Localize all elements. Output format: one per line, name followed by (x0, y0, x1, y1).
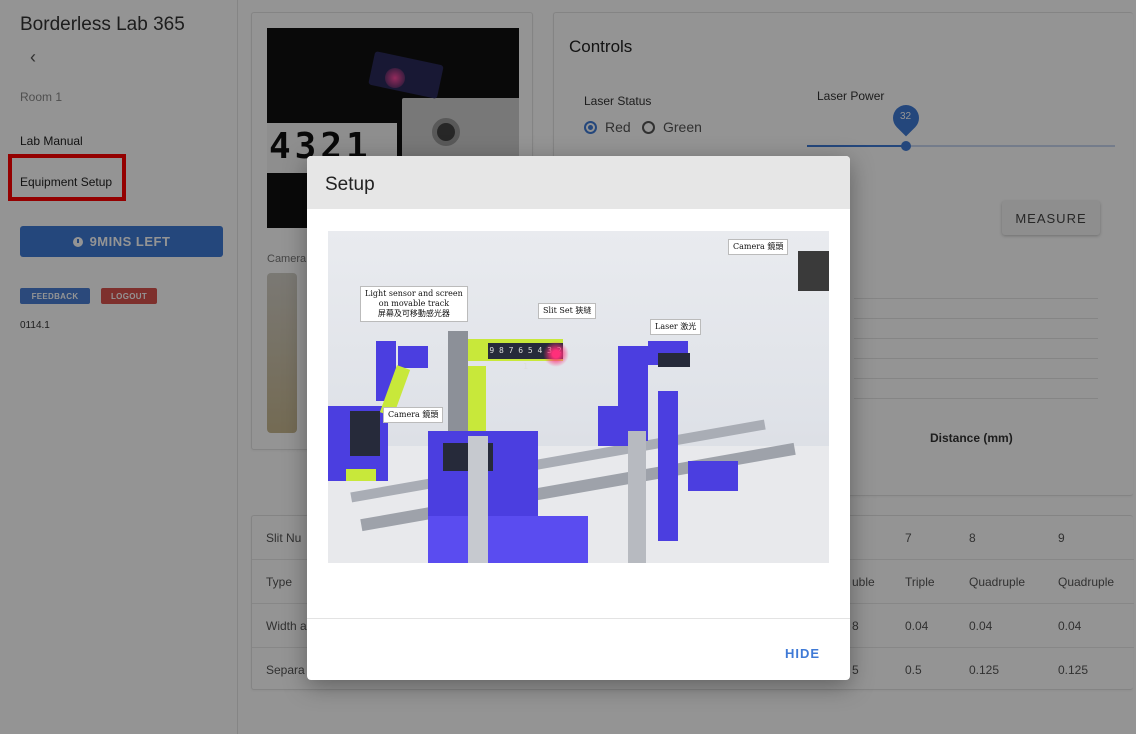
photo-label-slit-set: Slit Set 狹縫 (538, 303, 597, 319)
center-post (468, 436, 488, 563)
photo-label-light-sensor: Light sensor and screen on movable track… (360, 286, 468, 322)
photo-label-camera-top: Camera 鏡頭 (728, 239, 789, 255)
right-upright (658, 391, 678, 541)
modal-title: Setup (325, 174, 375, 195)
sensor-head (398, 346, 428, 368)
base-plate (428, 516, 588, 563)
right-post (628, 431, 646, 563)
photo-label-line: on movable track (378, 299, 450, 308)
modal-divider (307, 618, 850, 619)
slit-support (468, 366, 486, 436)
setup-photo: 9 8 7 6 5 4 3 2 1 Camera 鏡頭 Light sensor… (328, 231, 829, 563)
left-green-part (346, 469, 376, 481)
hide-button[interactable]: HIDE (785, 646, 820, 661)
photo-label-camera-bottom: Camera 鏡頭 (383, 407, 444, 423)
photo-label-line: Light sensor and screen (365, 289, 463, 298)
left-motor (350, 411, 380, 456)
laser-body (658, 353, 690, 367)
photo-label-line: 屏幕及可移動感光器 (377, 309, 450, 318)
photo-label-laser: Laser 激光 (650, 319, 702, 335)
right-base (688, 461, 738, 491)
laser-spot (543, 341, 569, 367)
setup-modal: Setup 9 8 7 6 5 4 3 2 1 Camera 鏡頭 Light … (307, 156, 850, 680)
top-camera (798, 251, 829, 291)
modal-header: Setup (307, 156, 850, 209)
